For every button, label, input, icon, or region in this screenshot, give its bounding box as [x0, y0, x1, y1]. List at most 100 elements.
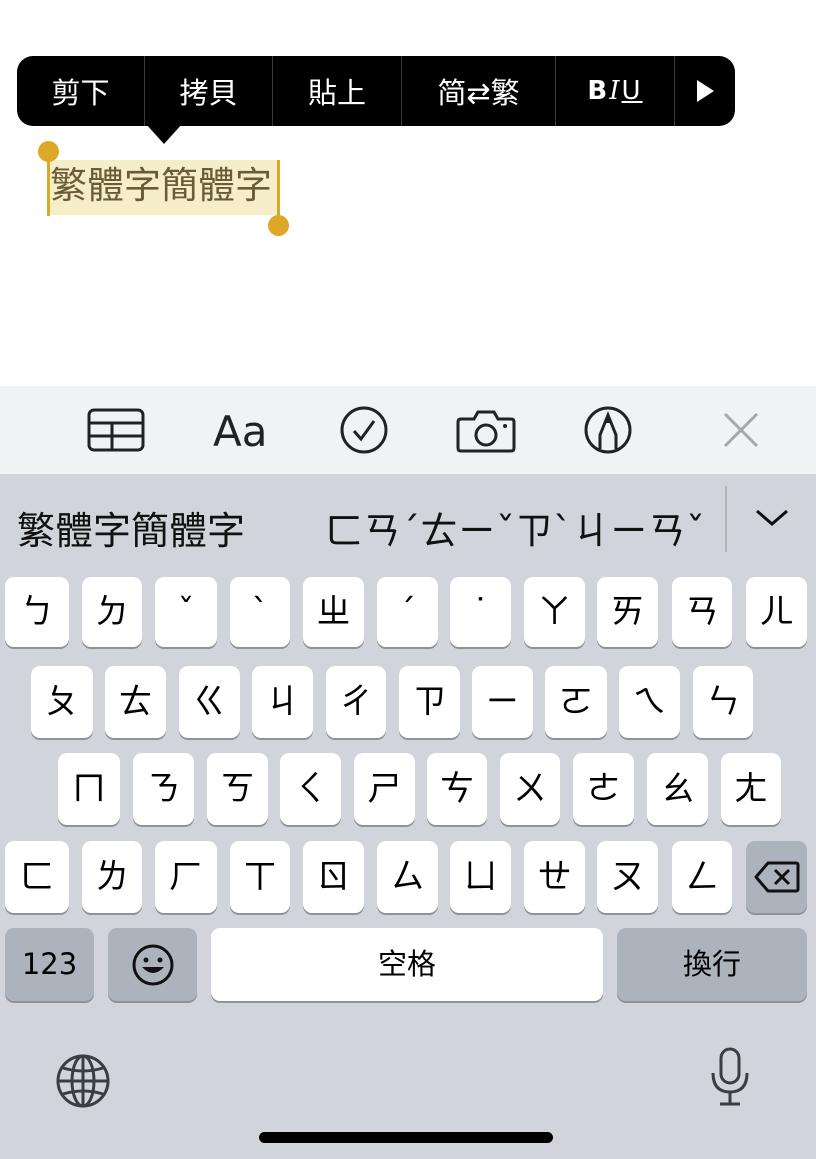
key-row4-7[interactable]: ㄩ: [450, 841, 511, 913]
close-toolbar-button[interactable]: [720, 405, 762, 455]
key-row3-5[interactable]: ㄕ: [354, 753, 415, 825]
key-row3-4[interactable]: ㄑ: [280, 753, 341, 825]
key-label: ㄢ: [685, 592, 719, 632]
key-row4-5[interactable]: ㄖ: [303, 841, 364, 913]
selection-start-handle[interactable]: [38, 141, 59, 162]
key-row3-8[interactable]: ㄜ: [573, 753, 634, 825]
key-label: ㄔ: [339, 682, 373, 722]
camera-button[interactable]: [455, 405, 517, 455]
format-button[interactable]: BIU: [556, 56, 675, 126]
table-button[interactable]: [86, 405, 146, 455]
key-row1-11[interactable]: ㄦ: [746, 577, 807, 647]
key-row3-10[interactable]: ㄤ: [721, 753, 781, 825]
key-label: ㄜ: [586, 769, 621, 809]
key-label: ㄌ: [95, 857, 129, 897]
key-row4-2[interactable]: ㄌ: [82, 841, 142, 913]
key-label: ㄣ: [706, 682, 740, 722]
key-row2-7[interactable]: ㄧ: [472, 666, 533, 738]
key-row1-2[interactable]: ㄉ: [82, 577, 142, 647]
globe-button[interactable]: [54, 1052, 112, 1110]
key-row2-9[interactable]: ㄟ: [619, 666, 680, 738]
convert-chinese-button[interactable]: 简⇄繁: [402, 56, 556, 126]
selected-text[interactable]: 繁體字簡體字: [50, 160, 272, 212]
key-row1-1[interactable]: ㄅ: [5, 577, 69, 647]
key-row4-8[interactable]: ㄝ: [524, 841, 585, 913]
key-row1-8[interactable]: ㄚ: [524, 577, 585, 647]
key-row2-3[interactable]: ㄍ: [179, 666, 240, 738]
key-label: ㄟ: [632, 682, 667, 722]
key-label: ˙: [472, 592, 489, 632]
key-label: ㄚ: [537, 592, 572, 632]
more-menu-button[interactable]: [675, 56, 735, 126]
key-row4-9[interactable]: ㄡ: [597, 841, 658, 913]
key-row2-8[interactable]: ㄛ: [545, 666, 607, 738]
candidate-word[interactable]: 繁體字簡體字: [17, 500, 245, 555]
return-key-label: 換行: [682, 947, 741, 981]
key-row2-2[interactable]: ㄊ: [105, 666, 166, 738]
key-row2-10[interactable]: ㄣ: [693, 666, 753, 738]
key-label: ㄘ: [440, 769, 474, 809]
svg-text:Aa: Aa: [213, 408, 267, 452]
key-row1-9[interactable]: ㄞ: [597, 577, 658, 647]
selection-end-bar: [277, 160, 280, 218]
return-key[interactable]: 換行: [617, 928, 807, 1001]
key-label: ㄏ: [169, 857, 203, 897]
checklist-button[interactable]: [338, 405, 390, 455]
key-row2-6[interactable]: ㄗ: [399, 666, 460, 738]
selection-end-handle[interactable]: [268, 215, 289, 236]
key-label: ㄅ: [20, 592, 54, 632]
key-label: ˇ: [177, 592, 195, 632]
key-row4-4[interactable]: ㄒ: [230, 841, 290, 913]
key-row3-6[interactable]: ㄘ: [427, 753, 487, 825]
key-row4-1[interactable]: ㄈ: [5, 841, 69, 913]
home-indicator[interactable]: [259, 1132, 553, 1143]
key-row4-6[interactable]: ㄙ: [377, 841, 438, 913]
key-row3-7[interactable]: ㄨ: [500, 753, 560, 825]
chevron-down-icon: [756, 509, 788, 526]
microphone-icon: [711, 1047, 749, 1106]
key-label: ㄕ: [367, 769, 402, 809]
key-label: ㄗ: [412, 682, 447, 722]
key-row4-3[interactable]: ㄏ: [155, 841, 217, 913]
italic-label: I: [609, 76, 622, 106]
cut-button[interactable]: 剪下: [17, 56, 145, 126]
dictation-button[interactable]: [708, 1046, 752, 1108]
emoji-key[interactable]: [108, 928, 197, 1001]
key-row2-1[interactable]: ㄆ: [31, 666, 93, 738]
key-row1-4[interactable]: ˋ: [230, 577, 290, 647]
markup-button[interactable]: [582, 405, 634, 455]
key-label: ㄨ: [513, 769, 547, 809]
format-text-button[interactable]: Aa: [212, 405, 276, 455]
expand-candidates-button[interactable]: [752, 502, 792, 532]
key-label: ㄍ: [192, 682, 227, 722]
paste-button[interactable]: 貼上: [273, 56, 402, 126]
globe-icon: [56, 1054, 110, 1108]
numbers-key[interactable]: 123: [5, 928, 94, 1001]
table-icon: [87, 408, 145, 452]
key-label: ㄩ: [463, 857, 498, 897]
key-row3-2[interactable]: ㄋ: [133, 753, 194, 825]
key-label: ㄝ: [537, 857, 572, 897]
camera-icon: [456, 410, 516, 453]
edit-menu: 剪下 拷貝 貼上 简⇄繁 BIU: [17, 56, 735, 126]
copy-button[interactable]: 拷貝: [145, 56, 273, 126]
key-row1-3[interactable]: ˇ: [155, 577, 217, 647]
key-row3-1[interactable]: ㄇ: [58, 753, 120, 825]
key-row1-10[interactable]: ㄢ: [672, 577, 732, 647]
key-row3-3[interactable]: ㄎ: [207, 753, 268, 825]
key-row1-6[interactable]: ˊ: [377, 577, 438, 647]
space-key[interactable]: 空格: [211, 928, 603, 1001]
key-row2-5[interactable]: ㄔ: [326, 666, 386, 738]
key-row1-7[interactable]: ˙: [450, 577, 511, 647]
bold-label: B: [587, 76, 610, 106]
delete-key[interactable]: [746, 841, 807, 913]
delete-icon: [754, 861, 799, 893]
key-row3-9[interactable]: ㄠ: [647, 753, 708, 825]
close-icon: [723, 412, 759, 448]
key-row4-10[interactable]: ㄥ: [672, 841, 732, 913]
key-label: ㄞ: [610, 592, 645, 632]
key-row2-4[interactable]: ㄐ: [252, 666, 313, 738]
key-label: ㄊ: [118, 682, 153, 722]
markup-icon: [584, 406, 632, 454]
key-row1-5[interactable]: ㄓ: [303, 577, 364, 647]
